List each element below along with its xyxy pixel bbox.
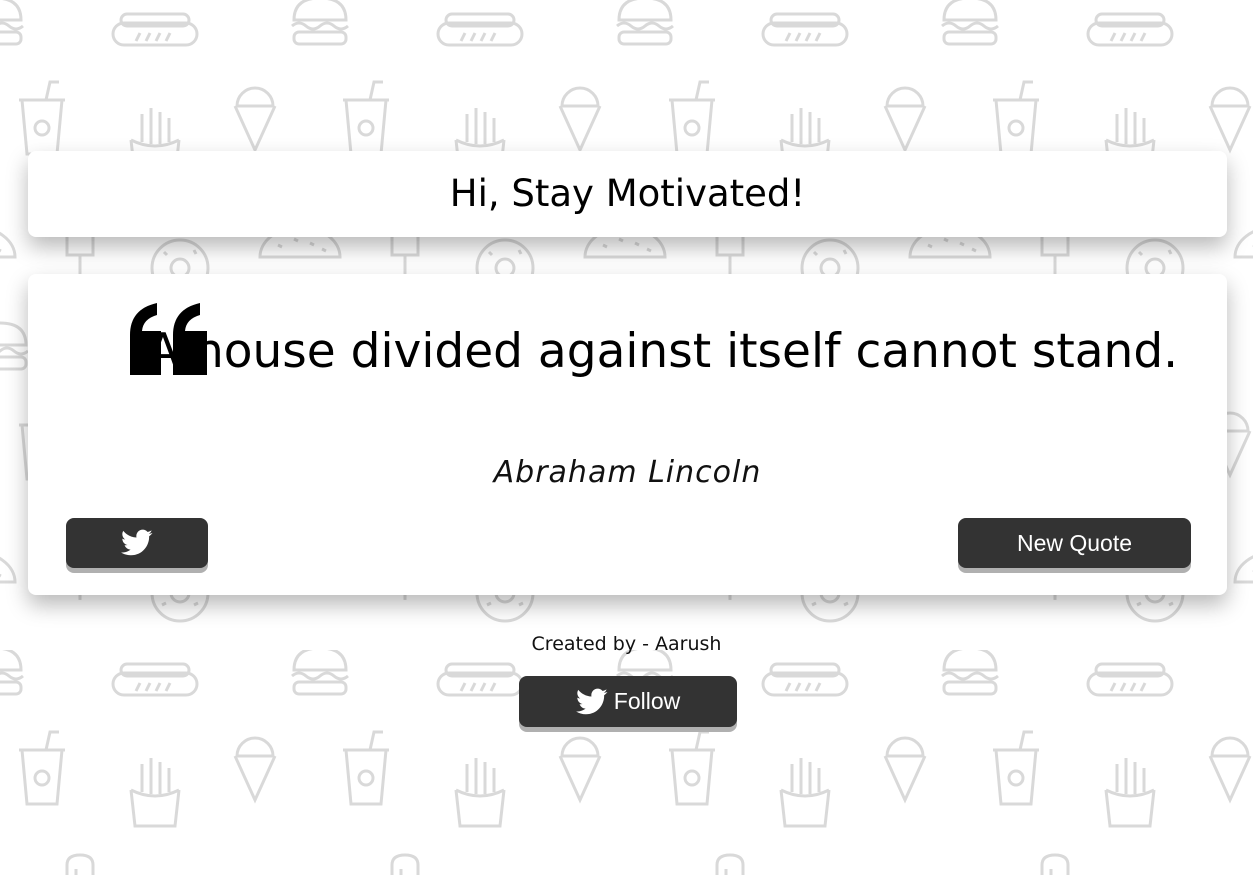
twitter-icon xyxy=(575,688,608,714)
quote-text: A house divided against itself cannot st… xyxy=(146,324,1179,379)
new-quote-button[interactable]: New Quote xyxy=(958,518,1191,568)
quote-card: A house divided against itself cannot st… xyxy=(28,274,1227,595)
twitter-icon xyxy=(121,529,153,556)
footer-credit: Created by - Aarush xyxy=(531,633,722,655)
header-card: Hi, Stay Motivated! xyxy=(28,151,1227,237)
quote-author: Abraham Lincoln xyxy=(493,455,762,490)
follow-button[interactable]: Follow xyxy=(519,676,737,727)
tweet-quote-button[interactable] xyxy=(66,518,208,568)
page-title: Hi, Stay Motivated! xyxy=(449,172,806,215)
follow-label: Follow xyxy=(613,688,681,714)
